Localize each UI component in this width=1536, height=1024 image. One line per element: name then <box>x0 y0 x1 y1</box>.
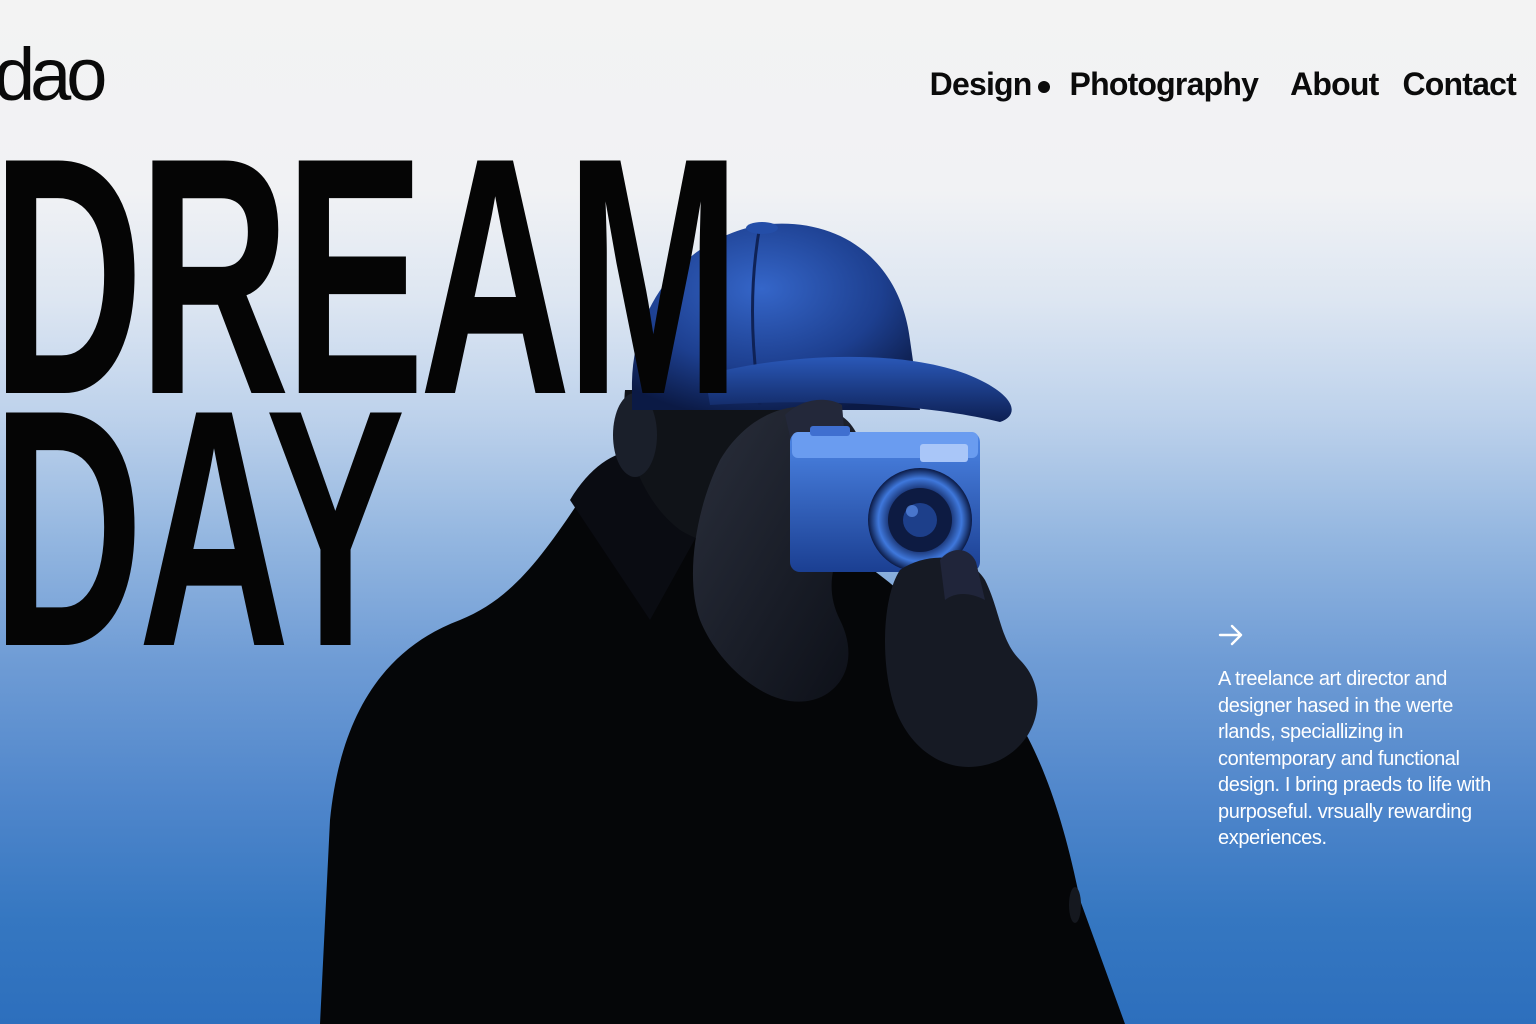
main-nav: Design Photography About Contact <box>930 66 1517 103</box>
active-indicator-dot <box>1037 80 1050 93</box>
nav-item-about[interactable]: About <box>1290 66 1379 103</box>
arrow-right-icon[interactable] <box>1216 620 1246 650</box>
hero-headline: DREAM DAY <box>0 107 741 697</box>
nav-item-design[interactable]: Design <box>930 66 1033 103</box>
bio-text: A treelance art director and designer ha… <box>1218 668 1491 849</box>
nav-item-photography[interactable]: Photography <box>1070 66 1259 103</box>
nav-item-contact[interactable]: Contact <box>1402 66 1516 103</box>
